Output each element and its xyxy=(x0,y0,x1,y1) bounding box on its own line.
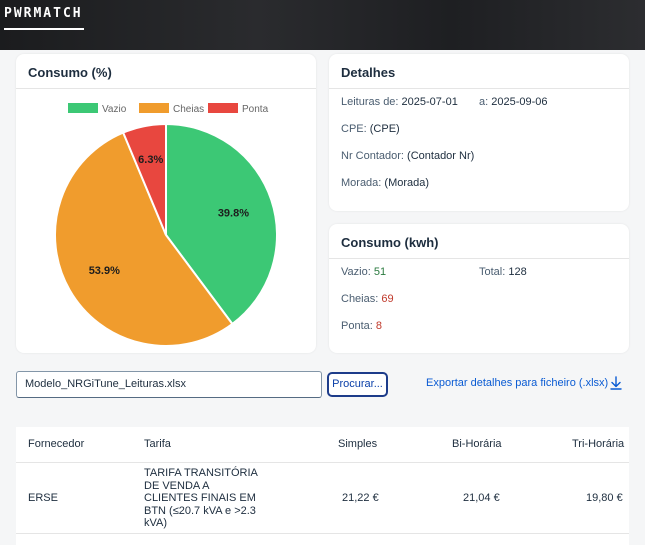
legend-item-ponta[interactable]: Ponta xyxy=(208,103,269,115)
cell-trihoraria: 19,80 € xyxy=(586,492,623,504)
divider xyxy=(329,88,629,89)
header-trihoraria: Tri-Horária xyxy=(572,438,625,450)
morada-label: Morada: xyxy=(341,177,382,189)
brand-underline xyxy=(4,28,84,30)
ponta-value: 8 xyxy=(375,320,382,332)
ponta-label: Ponta: xyxy=(341,320,373,332)
download-icon[interactable] xyxy=(609,375,623,391)
divider xyxy=(329,258,629,259)
leituras-to-row: a: 2025-09-06 xyxy=(479,96,548,108)
svg-text:Ponta: Ponta xyxy=(242,104,269,115)
header-divider xyxy=(16,462,629,463)
header-tarifa: Tarifa xyxy=(144,438,171,450)
leituras-row: Leituras de: 2025-07-01 xyxy=(341,96,458,108)
divider xyxy=(16,88,316,89)
total-row: Total: 128 xyxy=(479,266,527,278)
browse-button[interactable]: Procurar... xyxy=(327,372,388,397)
pie-label-ponta: 6.3% xyxy=(138,154,163,166)
pie-label-cheias: 53.9% xyxy=(89,265,120,277)
contador-value: (Contador Nr) xyxy=(407,150,475,162)
export-link[interactable]: Exportar detalhes para ficheiro (.xlsx) xyxy=(426,377,608,389)
card-title: Consumo (%) xyxy=(28,65,112,80)
cheias-label: Cheias: xyxy=(341,293,379,305)
svg-text:Vazio: Vazio xyxy=(102,104,127,115)
header-simples: Simples xyxy=(338,438,378,450)
detalhes-card: Detalhes Leituras de: 2025-07-01 a: 2025… xyxy=(329,54,629,211)
cell-simples: 21,22 € xyxy=(342,492,379,504)
row-divider xyxy=(16,533,629,534)
cell-bihoraria: 21,04 € xyxy=(463,492,500,504)
legend-item-cheias[interactable]: Cheias xyxy=(139,103,204,115)
cpe-row: CPE: (CPE) xyxy=(341,123,400,135)
ponta-row: Ponta: 8 xyxy=(341,320,382,332)
card-title: Detalhes xyxy=(341,65,396,80)
pie-label-vazio: 39.8% xyxy=(218,208,249,220)
leituras-label: Leituras de: xyxy=(341,96,399,108)
vazio-label: Vazio: xyxy=(341,266,371,278)
cheias-row: Cheias: 69 xyxy=(341,293,394,305)
vazio-row: Vazio: 51 xyxy=(341,266,386,278)
cheias-value: 69 xyxy=(381,293,394,305)
leituras-to-label: a: xyxy=(479,96,489,108)
consumo-pie-chart: Vazio Cheias Ponta 39.8% 53.9% 6.3% xyxy=(54,103,278,347)
consumo-percent-card: Consumo (%) Vazio Cheias Ponta 39.8% 53.9% 6.… xyxy=(16,54,316,353)
total-label: Total: xyxy=(479,266,506,278)
contador-row: Nr Contador: (Contador Nr) xyxy=(341,150,474,162)
morada-row: Morada: (Morada) xyxy=(341,177,429,189)
cpe-label: CPE: xyxy=(341,123,367,135)
vazio-value: 51 xyxy=(373,266,387,278)
morada-value: (Morada) xyxy=(384,177,430,189)
cell-fornecedor: ERSE xyxy=(28,492,58,504)
cpe-value: (CPE) xyxy=(369,123,400,135)
leituras-to-value: 2025-09-06 xyxy=(491,96,548,108)
card-title: Consumo (kwh) xyxy=(341,235,439,250)
tarifas-table: Fornecedor Tarifa Simples Bi-Horária Tri… xyxy=(16,427,629,545)
svg-text:Cheias: Cheias xyxy=(173,104,204,115)
header-fornecedor: Fornecedor xyxy=(28,438,85,450)
contador-label: Nr Contador: xyxy=(341,150,404,162)
file-input[interactable]: Modelo_NRGiTune_Leituras.xlsx xyxy=(16,371,322,398)
consumo-kwh-card: Consumo (kwh) Vazio: 51 Total: 128 Cheia… xyxy=(329,224,629,353)
cell-tarifa: TARIFA TRANSITÓRIA DE VENDA A CLIENTES F… xyxy=(144,467,258,529)
legend-item-vazio[interactable]: Vazio xyxy=(68,103,127,115)
header-bihoraria: Bi-Horária xyxy=(452,438,502,450)
app-header: PWRMATCH xyxy=(0,0,645,50)
leituras-from-value: 2025-07-01 xyxy=(401,96,458,108)
total-value: 128 xyxy=(508,266,527,278)
app-brand[interactable]: PWRMATCH xyxy=(4,6,83,21)
